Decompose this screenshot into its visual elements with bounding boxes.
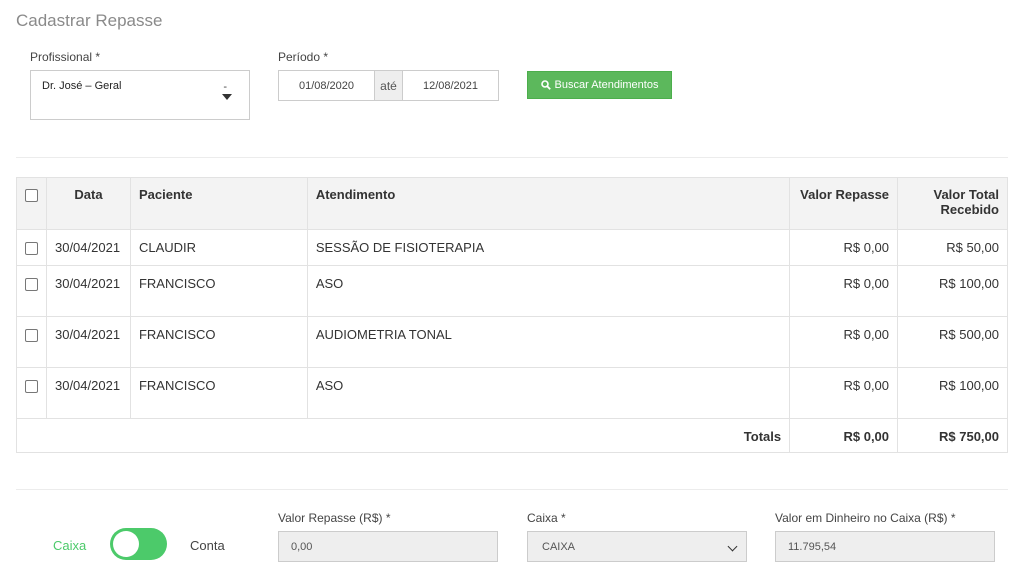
totals-row: Totals R$ 0,00 R$ 750,00: [15, 418, 1008, 453]
divider: [16, 489, 1008, 490]
date-separator: até: [374, 71, 403, 100]
row-checkbox-cell: [16, 265, 47, 317]
valor-dinheiro-label: Valor em Dinheiro no Caixa (R$) *: [775, 511, 956, 525]
valor-repasse-field[interactable]: 0,00: [278, 531, 498, 562]
row-checkbox[interactable]: [25, 278, 38, 291]
periodo-label: Período *: [278, 50, 329, 64]
totals-total: R$ 750,00: [897, 418, 1008, 453]
header-data: Data: [45, 177, 131, 230]
select-all-checkbox[interactable]: [25, 189, 38, 202]
caret-down-icon: [222, 94, 232, 100]
cell-data: 30/04/2021: [45, 265, 131, 317]
header-paciente: Paciente: [129, 177, 308, 230]
cell-atendimento: AUDIOMETRIA TONAL: [306, 316, 791, 368]
row-checkbox-cell: [16, 229, 47, 266]
cell-paciente: FRANCISCO: [129, 265, 308, 317]
row-checkbox-cell: [16, 367, 47, 419]
cell-total: R$ 500,00: [897, 316, 1008, 368]
cell-atendimento: ASO: [306, 367, 791, 419]
toggle-caixa-label: Caixa: [53, 538, 87, 553]
cell-repasse: R$ 0,00: [789, 367, 899, 419]
profissional-suffix: -: [223, 81, 227, 93]
cell-paciente: FRANCISCO: [129, 367, 308, 419]
row-checkbox[interactable]: [25, 380, 38, 393]
cell-paciente: CLAUDIR: [129, 229, 308, 266]
cell-atendimento: SESSÃO DE FISIOTERAPIA: [306, 229, 791, 266]
cell-repasse: R$ 0,00: [789, 265, 899, 317]
buscar-atendimentos-label: Buscar Atendimentos: [554, 79, 659, 91]
totals-label: Totals: [15, 418, 790, 453]
valor-repasse-label: Valor Repasse (R$) *: [278, 511, 391, 525]
date-from-input[interactable]: 01/08/2020: [279, 71, 374, 100]
totals-repasse: R$ 0,00: [789, 418, 899, 453]
cell-data: 30/04/2021: [45, 316, 131, 368]
row-checkbox[interactable]: [25, 329, 38, 342]
cell-total: R$ 100,00: [897, 265, 1008, 317]
table-row: 30/04/2021 CLAUDIR SESSÃO DE FISIOTERAPI…: [16, 229, 1008, 266]
cell-data: 30/04/2021: [45, 367, 131, 419]
periodo-date-range: 01/08/2020 até 12/08/2021: [278, 70, 499, 101]
buscar-atendimentos-button[interactable]: Buscar Atendimentos: [527, 71, 672, 99]
atendimentos-table: Data Paciente Atendimento Valor Repasse …: [15, 177, 1008, 453]
search-icon: [540, 80, 551, 90]
table-row: 30/04/2021 FRANCISCO ASO R$ 0,00 R$ 100,…: [16, 265, 1008, 317]
table-header-row: Data Paciente Atendimento Valor Repasse …: [16, 177, 1008, 230]
caixa-select[interactable]: CAIXA: [527, 531, 747, 562]
profissional-label: Profissional *: [30, 50, 101, 64]
cell-repasse: R$ 0,00: [789, 316, 899, 368]
profissional-value: Dr. José – Geral: [42, 80, 122, 92]
header-valor-repasse: Valor Repasse: [789, 177, 899, 230]
row-checkbox-cell: [16, 316, 47, 368]
table-row: 30/04/2021 FRANCISCO ASO R$ 0,00 R$ 100,…: [16, 367, 1008, 419]
cell-total: R$ 50,00: [897, 229, 1008, 266]
cell-repasse: R$ 0,00: [789, 229, 899, 266]
caixa-value: CAIXA: [542, 540, 576, 553]
row-checkbox[interactable]: [25, 242, 38, 255]
profissional-select[interactable]: Dr. José – Geral -: [30, 70, 250, 120]
page-title: Cadastrar Repasse: [16, 11, 163, 30]
header-atendimento: Atendimento: [306, 177, 791, 230]
caixa-label: Caixa *: [527, 511, 566, 525]
valor-dinheiro-field[interactable]: 11.795,54: [775, 531, 995, 562]
divider: [16, 157, 1008, 158]
chevron-down-icon: [727, 541, 738, 552]
cell-data: 30/04/2021: [45, 229, 131, 266]
table-row: 30/04/2021 FRANCISCO AUDIOMETRIA TONAL R…: [16, 316, 1008, 368]
toggle-conta-label: Conta: [190, 538, 225, 553]
cell-total: R$ 100,00: [897, 367, 1008, 419]
caixa-conta-toggle[interactable]: [110, 528, 167, 560]
toggle-knob: [113, 531, 139, 557]
date-to-input[interactable]: 12/08/2021: [403, 71, 498, 100]
cell-paciente: FRANCISCO: [129, 316, 308, 368]
cell-atendimento: ASO: [306, 265, 791, 317]
header-checkbox-cell: [16, 177, 47, 230]
header-valor-total: Valor Total Recebido: [897, 177, 1008, 230]
